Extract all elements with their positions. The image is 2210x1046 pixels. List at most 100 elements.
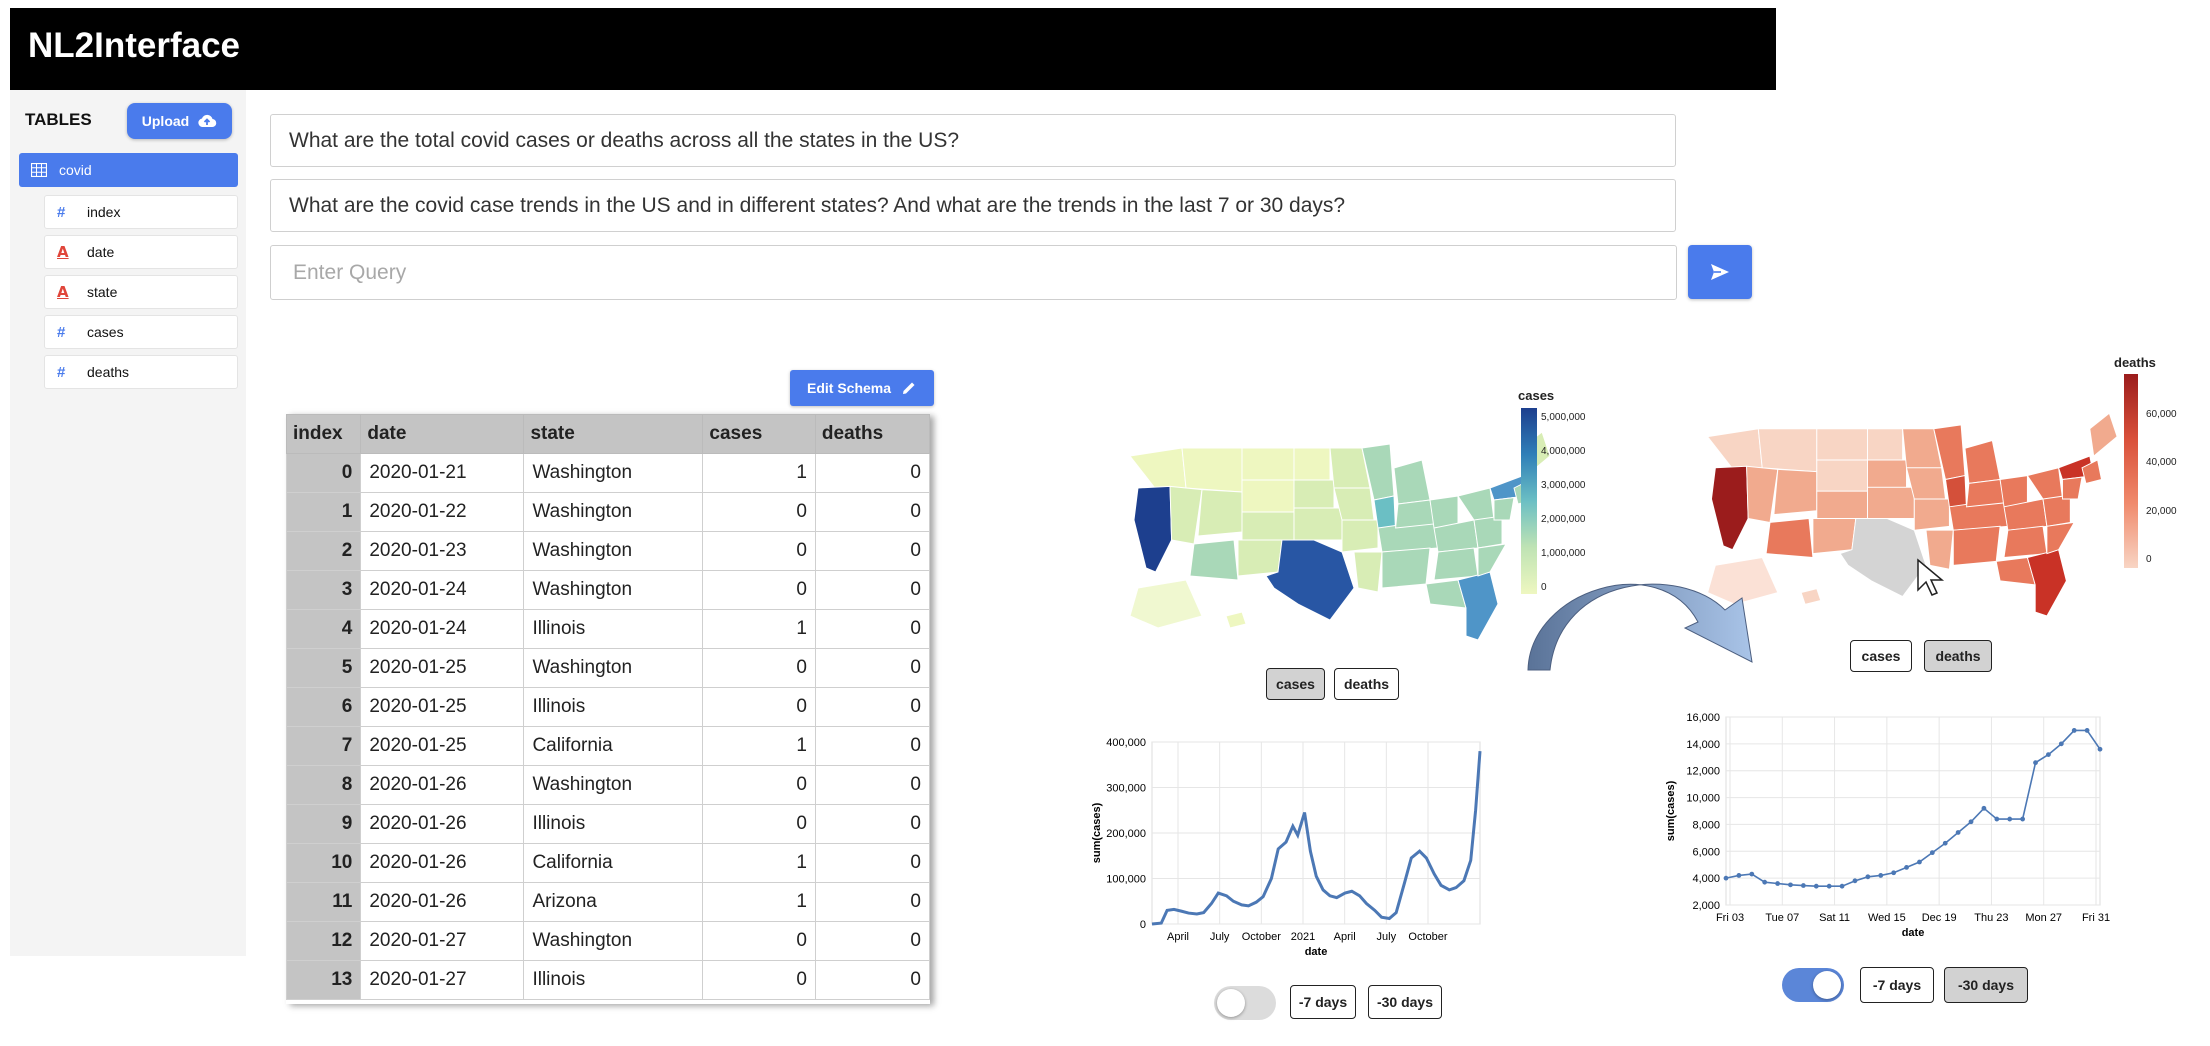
state-region[interactable]	[1393, 459, 1431, 505]
data-point[interactable]	[2033, 760, 2038, 766]
query-input[interactable]	[270, 245, 1677, 300]
state-region[interactable]	[1237, 539, 1283, 577]
data-point[interactable]	[1955, 830, 1961, 835]
state-region[interactable]	[1429, 495, 1459, 529]
state-region[interactable]	[2003, 525, 2048, 559]
map-deaths-button[interactable]: deaths	[1924, 640, 1992, 672]
state-region[interactable]	[1129, 579, 1203, 629]
state-region[interactable]	[1225, 611, 1247, 629]
data-point[interactable]	[2046, 752, 2051, 757]
last-7-days-button[interactable]: -7 days	[1290, 985, 1356, 1019]
state-region[interactable]	[1381, 547, 1431, 589]
sidebar-column-date[interactable]: Adate	[44, 235, 238, 269]
data-point[interactable]	[2058, 741, 2064, 747]
state-region[interactable]	[1966, 478, 2005, 508]
state-region[interactable]	[1169, 485, 1203, 545]
last-30-days-button[interactable]: -30 days	[1944, 967, 2028, 1003]
data-point[interactable]	[1891, 870, 1897, 876]
state-region[interactable]	[1457, 487, 1495, 521]
column-header-date[interactable]: date	[360, 414, 525, 454]
state-region[interactable]	[1964, 439, 2001, 484]
state-region[interactable]	[1765, 517, 1814, 559]
state-region[interactable]	[1197, 489, 1243, 537]
data-point[interactable]	[1994, 816, 2000, 822]
state-region[interactable]	[1341, 519, 1379, 553]
map-cases-button[interactable]: cases	[1850, 640, 1912, 672]
state-region[interactable]	[2046, 521, 2076, 555]
edit-schema-button[interactable]: Edit Schema	[790, 370, 934, 406]
state-region[interactable]	[2026, 467, 2064, 500]
upload-button[interactable]: Upload	[127, 103, 232, 139]
data-point[interactable]	[1736, 873, 1742, 878]
state-region[interactable]	[1353, 551, 1383, 593]
data-point[interactable]	[2007, 816, 2013, 822]
state-region[interactable]	[1493, 497, 1515, 521]
data-point[interactable]	[2020, 816, 2026, 822]
state-region[interactable]	[1812, 518, 1857, 555]
state-region[interactable]	[1241, 479, 1295, 513]
state-region[interactable]	[1241, 447, 1295, 481]
state-region[interactable]	[1757, 428, 1818, 473]
data-point[interactable]	[1775, 881, 1780, 886]
state-region[interactable]	[1867, 486, 1915, 519]
time-range-toggle[interactable]	[1214, 986, 1276, 1020]
data-point[interactable]	[1749, 871, 1755, 877]
state-region[interactable]	[1816, 490, 1868, 519]
data-point[interactable]	[1981, 805, 1987, 811]
data-point[interactable]	[1788, 882, 1793, 888]
state-region[interactable]	[1816, 459, 1868, 492]
data-point[interactable]	[1968, 819, 1974, 825]
send-query-button[interactable]	[1688, 245, 1752, 299]
column-header-index[interactable]: index	[286, 414, 362, 454]
last-7-days-button[interactable]: -7 days	[1860, 967, 1934, 1003]
data-point[interactable]	[1878, 873, 1884, 878]
state-region[interactable]	[1433, 547, 1479, 581]
state-region[interactable]	[1477, 543, 1507, 577]
state-region[interactable]	[1913, 498, 1950, 531]
state-region[interactable]	[1395, 499, 1435, 529]
state-region[interactable]	[1867, 459, 1907, 488]
query-history-item-1[interactable]: What are the total covid cases or deaths…	[270, 114, 1676, 167]
state-region[interactable]	[1133, 485, 1173, 573]
last-30-days-button[interactable]: -30 days	[1368, 985, 1442, 1019]
sidebar-column-state[interactable]: Astate	[44, 275, 238, 309]
state-region[interactable]	[1293, 447, 1331, 481]
data-point[interactable]	[1942, 840, 1948, 846]
state-region[interactable]	[1800, 588, 1822, 605]
sidebar-column-index[interactable]: # index	[44, 195, 238, 229]
state-region[interactable]	[1746, 465, 1779, 523]
state-region[interactable]	[1189, 539, 1239, 581]
data-point[interactable]	[1839, 883, 1845, 889]
data-point[interactable]	[1865, 874, 1871, 880]
data-point[interactable]	[1723, 875, 1729, 881]
data-point[interactable]	[1904, 865, 1909, 870]
state-region[interactable]	[1473, 515, 1503, 549]
data-point[interactable]	[1800, 883, 1806, 888]
state-region[interactable]	[1706, 428, 1763, 473]
line-chart-all-time[interactable]: 400,000 300,000 200,000 100,000 0 April July Oc…	[1080, 730, 1560, 970]
state-region[interactable]	[1773, 468, 1818, 516]
column-header-deaths[interactable]: deaths	[814, 414, 930, 454]
data-point[interactable]	[2097, 746, 2103, 752]
state-region[interactable]	[1952, 525, 2001, 566]
data-point[interactable]	[1813, 883, 1819, 889]
sidebar-column-cases[interactable]: # cases	[44, 315, 238, 349]
line-chart-last-30-days[interactable]: 16,000 14,000 12,000 10,000 8,000 6,000 4,000 2…	[1660, 705, 2150, 945]
state-region[interactable]	[2062, 476, 2083, 500]
data-point[interactable]	[1929, 850, 1935, 856]
state-region[interactable]	[1293, 479, 1335, 509]
state-region[interactable]	[2089, 412, 2118, 457]
data-point[interactable]	[1762, 879, 1768, 885]
query-history-item-2[interactable]: What are the covid case trends in the US…	[270, 179, 1676, 232]
state-region[interactable]	[1999, 475, 2028, 508]
sidebar-column-deaths[interactable]: # deaths	[44, 355, 238, 389]
state-region[interactable]	[2042, 494, 2071, 527]
column-header-state[interactable]: state	[523, 414, 704, 454]
data-point[interactable]	[1917, 859, 1922, 865]
column-header-cases[interactable]: cases	[702, 414, 816, 454]
state-region[interactable]	[1129, 447, 1187, 493]
state-region[interactable]	[1711, 465, 1749, 551]
data-point[interactable]	[2084, 728, 2090, 733]
state-region[interactable]	[1181, 447, 1243, 493]
data-point[interactable]	[1826, 883, 1832, 889]
